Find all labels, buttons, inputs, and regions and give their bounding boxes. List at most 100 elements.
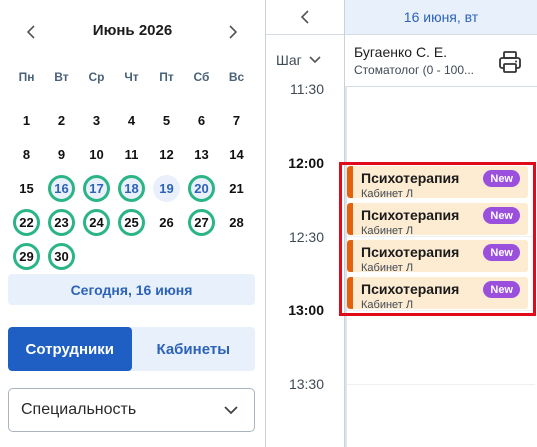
time-label: 13:30 bbox=[288, 376, 324, 392]
weekday-header: Пн Вт Ср Чт Пт Сб Вс bbox=[9, 70, 259, 84]
next-month-button[interactable] bbox=[221, 20, 245, 44]
calendar-day[interactable]: 5 bbox=[153, 107, 180, 134]
time-label: 13:00 bbox=[288, 302, 324, 318]
calendar-day[interactable]: 9 bbox=[48, 141, 75, 168]
step-label: Шаг bbox=[276, 52, 302, 68]
calendar-day-cell: 9 bbox=[44, 137, 79, 171]
calendar-day-cell bbox=[114, 239, 149, 273]
time-label: 11:30 bbox=[290, 81, 324, 97]
calendar-day[interactable]: 19 bbox=[153, 174, 180, 202]
calendar-day[interactable]: 30 bbox=[48, 242, 75, 270]
calendar-day[interactable]: 1 bbox=[13, 107, 40, 134]
printer-icon bbox=[499, 51, 521, 73]
calendar-day-cell: 12 bbox=[149, 137, 184, 171]
calendar-day-cell: 2 bbox=[44, 103, 79, 137]
tab-staff[interactable]: Сотрудники bbox=[8, 327, 132, 371]
calendar-day[interactable]: 8 bbox=[13, 141, 40, 168]
left-panel: Июнь 2026 Пн Вт Ср Чт Пт Сб Вс 123456789… bbox=[0, 0, 265, 447]
calendar-day[interactable]: 10 bbox=[83, 141, 110, 168]
header-separator bbox=[345, 86, 537, 87]
calendar-day[interactable]: 22 bbox=[13, 208, 40, 236]
calendar-grid: 1 2 3 4 5 6 7 8 9 10 11 12 13 14 15 16 17 18 19 20 21 22 23 24 2… bbox=[9, 103, 259, 273]
slot-line bbox=[347, 384, 535, 385]
today-button[interactable]: Сегодня, 16 июня bbox=[8, 274, 255, 305]
calendar-day[interactable]: 21 bbox=[223, 175, 250, 202]
selection-highlight bbox=[339, 162, 536, 316]
calendar-day[interactable]: 17 bbox=[83, 174, 110, 202]
calendar-day-cell: 5 bbox=[149, 103, 184, 137]
weekday-label: Сб bbox=[193, 70, 210, 84]
time-label: 12:30 bbox=[288, 229, 324, 245]
calendar-day-cell: 25 bbox=[114, 205, 149, 239]
calendar-day bbox=[153, 243, 180, 270]
weekday-label: Ср bbox=[88, 70, 105, 84]
calendar-day-cell bbox=[79, 239, 114, 273]
calendar-day-cell: 23 bbox=[44, 205, 79, 239]
weekday-label: Пн bbox=[18, 70, 35, 84]
calendar-week: 1234567 bbox=[9, 103, 259, 137]
time-column: Шаг 11:30 12:00 12:30 13:00 13:30 bbox=[266, 0, 344, 447]
weekday-label: Пт bbox=[159, 70, 174, 84]
calendar-day-cell bbox=[184, 239, 219, 273]
chevron-down-icon bbox=[309, 56, 321, 64]
calendar-day[interactable]: 20 bbox=[188, 174, 215, 202]
calendar-day[interactable]: 25 bbox=[118, 208, 145, 236]
specialty-select[interactable]: Специальность bbox=[8, 388, 255, 432]
calendar-day-cell: 28 bbox=[219, 205, 254, 239]
tab-rooms[interactable]: Кабинеты bbox=[132, 327, 256, 371]
calendar-day-cell: 4 bbox=[114, 103, 149, 137]
calendar-day[interactable]: 3 bbox=[83, 107, 110, 134]
calendar-day[interactable]: 13 bbox=[188, 141, 215, 168]
calendar-week: 8 9 10 11 12 13 14 bbox=[9, 137, 259, 171]
calendar-day[interactable]: 7 bbox=[223, 107, 250, 134]
calendar-day[interactable]: 26 bbox=[153, 209, 180, 236]
calendar-day[interactable]: 28 bbox=[223, 209, 250, 236]
calendar-week: 29 30 bbox=[9, 239, 259, 273]
calendar-day[interactable]: 14 bbox=[223, 141, 250, 168]
chevron-right-icon bbox=[229, 25, 238, 39]
calendar-day-cell: 10 bbox=[79, 137, 114, 171]
calendar-day[interactable]: 23 bbox=[48, 208, 75, 236]
time-label: 12:00 bbox=[288, 155, 324, 171]
calendar-day-cell: 18 bbox=[114, 171, 149, 205]
doctor-specialty: Стоматолог (0 - 100... bbox=[354, 63, 475, 77]
weekday-label: Вт bbox=[54, 70, 69, 84]
weekday-label: Чт bbox=[124, 70, 139, 84]
calendar-day-cell bbox=[219, 239, 254, 273]
calendar-header: Июнь 2026 bbox=[0, 18, 265, 46]
calendar-day-cell: 16 bbox=[44, 171, 79, 205]
print-button[interactable] bbox=[498, 50, 522, 74]
prev-day-button[interactable] bbox=[293, 5, 317, 29]
calendar-day-cell: 21 bbox=[219, 171, 254, 205]
calendar-week: 22 23 24 25 26 27 28 bbox=[9, 205, 259, 239]
calendar-day[interactable]: 29 bbox=[13, 242, 40, 270]
calendar-day[interactable]: 27 bbox=[188, 208, 215, 236]
calendar-day-cell: 11 bbox=[114, 137, 149, 171]
calendar-day-cell: 27 bbox=[184, 205, 219, 239]
calendar-day[interactable]: 6 bbox=[188, 107, 215, 134]
calendar-day bbox=[223, 243, 250, 270]
calendar-day[interactable]: 15 bbox=[13, 175, 40, 202]
calendar-day-cell: 1 bbox=[9, 103, 44, 137]
calendar-day[interactable]: 12 bbox=[153, 141, 180, 168]
calendar-day-cell: 17 bbox=[79, 171, 114, 205]
calendar-day-cell: 13 bbox=[184, 137, 219, 171]
calendar-day bbox=[118, 243, 145, 270]
calendar-day-cell: 6 bbox=[184, 103, 219, 137]
calendar-day[interactable]: 11 bbox=[118, 141, 145, 168]
calendar-day-cell: 26 bbox=[149, 205, 184, 239]
calendar-day[interactable]: 18 bbox=[118, 174, 145, 202]
calendar-day-cell: 29 bbox=[9, 239, 44, 273]
calendar-day[interactable]: 2 bbox=[48, 107, 75, 134]
step-selector[interactable]: Шаг bbox=[276, 52, 322, 68]
calendar-day[interactable]: 24 bbox=[83, 208, 110, 236]
calendar-day-cell: 7 bbox=[219, 103, 254, 137]
calendar-day-cell: 14 bbox=[219, 137, 254, 171]
calendar-day-cell: 19 bbox=[149, 171, 184, 205]
specialty-select-label: Специальность bbox=[21, 401, 137, 418]
calendar-day-cell: 24 bbox=[79, 205, 114, 239]
calendar-day[interactable]: 4 bbox=[118, 107, 145, 134]
calendar-day bbox=[83, 243, 110, 270]
weekday-label: Вс bbox=[228, 70, 245, 84]
calendar-day[interactable]: 16 bbox=[48, 174, 75, 202]
